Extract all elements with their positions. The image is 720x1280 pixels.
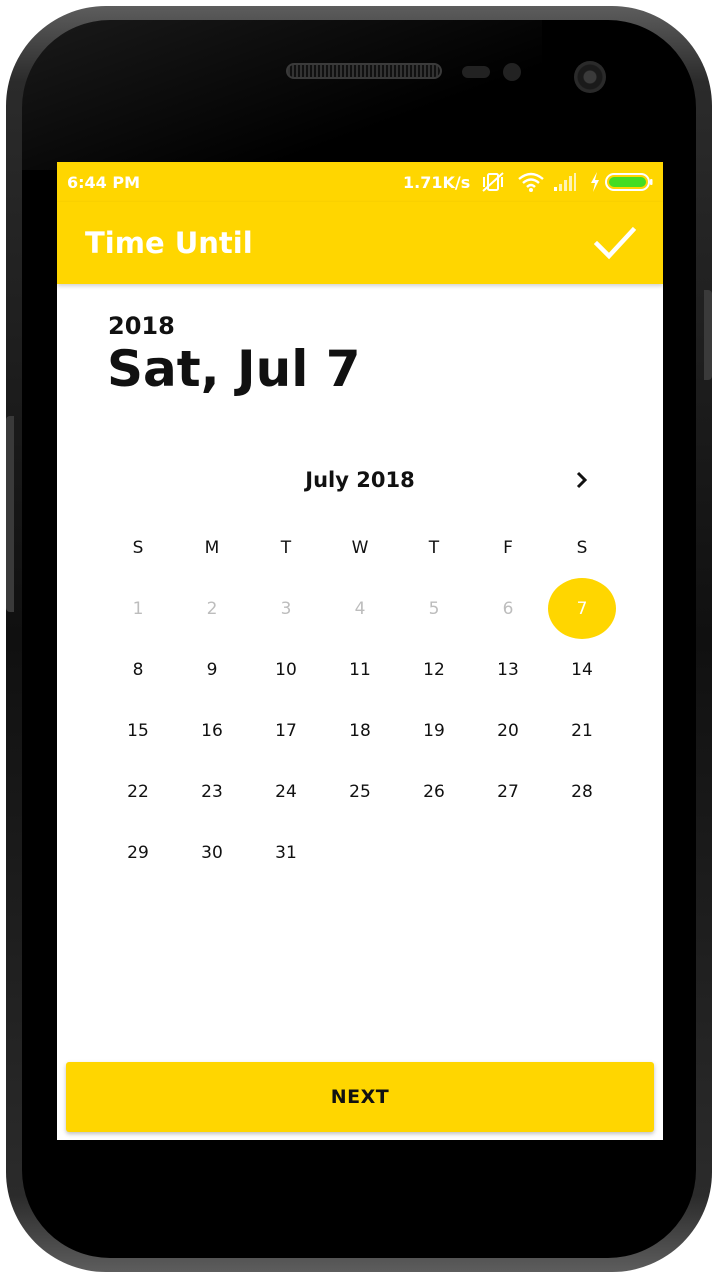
calendar-day[interactable]: 21 (545, 700, 619, 761)
calendar-day-number: 19 (423, 720, 445, 741)
next-month-button[interactable] (566, 464, 598, 496)
front-camera (574, 61, 606, 93)
calendar-day-number: 28 (571, 781, 593, 802)
calendar-day[interactable]: 27 (471, 761, 545, 822)
calendar-day-number: 24 (275, 781, 297, 802)
calendar-day-number: 31 (275, 842, 297, 863)
calendar-day[interactable]: 31 (249, 822, 323, 883)
weekday-label: F (503, 538, 513, 558)
confirm-button[interactable] (589, 218, 641, 268)
calendar-day-number: 9 (206, 659, 218, 680)
calendar-day[interactable]: 20 (471, 700, 545, 761)
charging-icon (591, 172, 599, 192)
calendar-day-number: 18 (349, 720, 371, 741)
chevron-right-icon (576, 471, 588, 489)
battery-icon (605, 173, 653, 191)
calendar-day: 4 (323, 578, 397, 639)
weekday-label: M (204, 538, 220, 558)
calendar-day-number: 21 (571, 720, 593, 741)
calendar-day[interactable]: 26 (397, 761, 471, 822)
calendar-day[interactable]: 13 (471, 639, 545, 700)
check-icon (593, 226, 637, 260)
calendar-day-number: 12 (423, 659, 445, 680)
calendar-day[interactable]: 11 (323, 639, 397, 700)
calendar-day-number: 4 (354, 598, 366, 619)
earpiece-speaker (286, 63, 442, 79)
calendar-day-number: 16 (201, 720, 223, 741)
phone-gloss (22, 20, 542, 170)
weekday-header: SMTWTFS (101, 538, 619, 562)
weekday-label: T (428, 538, 440, 558)
calendar-day: 5 (397, 578, 471, 639)
calendar-day-number: 27 (497, 781, 519, 802)
calendar-day[interactable]: 8 (101, 639, 175, 700)
signal-icon (554, 173, 576, 191)
calendar-day-number: 3 (280, 598, 292, 619)
calendar-day[interactable]: 28 (545, 761, 619, 822)
calendar-day[interactable]: 30 (175, 822, 249, 883)
weekday-label: W (351, 538, 369, 558)
calendar-day-number: 15 (127, 720, 149, 741)
status-time: 6:44 PM (67, 173, 141, 192)
calendar-day[interactable]: 16 (175, 700, 249, 761)
calendar-day: 2 (175, 578, 249, 639)
app-screen: 6:44 PM 1.71K/s Time Until 2018 Sat, Jul… (57, 162, 663, 1140)
power-button (704, 290, 712, 380)
next-button[interactable]: NEXT (66, 1062, 654, 1132)
weekday-label: S (132, 538, 144, 558)
app-title: Time Until (85, 226, 253, 260)
calendar-day-number: 11 (349, 659, 371, 680)
calendar-day-number: 22 (127, 781, 149, 802)
weekday-label: S (576, 538, 588, 558)
calendar-day-number: 1 (132, 598, 144, 619)
status-bar: 6:44 PM 1.71K/s (57, 162, 663, 202)
app-bar: Time Until (57, 202, 663, 284)
calendar-day-number: 10 (275, 659, 297, 680)
calendar-day[interactable]: 29 (101, 822, 175, 883)
calendar-day[interactable]: 14 (545, 639, 619, 700)
calendar-day-number: 30 (201, 842, 223, 863)
volume-button (6, 416, 14, 612)
calendar-day-number: 17 (275, 720, 297, 741)
calendar-day-number: 13 (497, 659, 519, 680)
calendar-day[interactable]: 18 (323, 700, 397, 761)
calendar-day[interactable]: 10 (249, 639, 323, 700)
calendar-day-selected[interactable]: 7 (545, 578, 619, 639)
calendar-day-number: 2 (206, 598, 218, 619)
calendar-day[interactable]: 24 (249, 761, 323, 822)
calendar-day-number: 23 (201, 781, 223, 802)
calendar-day: 6 (471, 578, 545, 639)
calendar-day[interactable]: 17 (249, 700, 323, 761)
calendar-day[interactable]: 19 (397, 700, 471, 761)
wifi-icon (518, 172, 544, 192)
calendar-day-number: 7 (576, 598, 588, 619)
calendar-day-number: 14 (571, 659, 593, 680)
calendar-day-number: 20 (497, 720, 519, 741)
selected-year[interactable]: 2018 (108, 312, 175, 340)
calendar-day[interactable]: 23 (175, 761, 249, 822)
calendar-day-number: 26 (423, 781, 445, 802)
calendar-day[interactable]: 9 (175, 639, 249, 700)
calendar-day-number: 29 (127, 842, 149, 863)
calendar-day-number: 25 (349, 781, 371, 802)
selected-date[interactable]: Sat, Jul 7 (107, 340, 361, 398)
calendar-day: 1 (101, 578, 175, 639)
weekday-label: T (280, 538, 292, 558)
calendar-day-number: 5 (428, 598, 440, 619)
calendar-day: 3 (249, 578, 323, 639)
proximity-sensor (462, 66, 490, 78)
calendar-day[interactable]: 15 (101, 700, 175, 761)
calendar-day-number: 8 (132, 659, 144, 680)
calendar-days-grid: 1 2 3 4 5 6 7 8 9 10 11 12 13 14 15 16 17 18 19 20 21 22 23 24 2… (101, 578, 619, 883)
calendar-day-number: 6 (502, 598, 514, 619)
calendar-day[interactable]: 12 (397, 639, 471, 700)
calendar-day[interactable]: 22 (101, 761, 175, 822)
network-speed: 1.71K/s (403, 173, 471, 192)
light-sensor (503, 63, 521, 81)
calendar-day[interactable]: 25 (323, 761, 397, 822)
vibrate-off-icon (482, 172, 504, 192)
